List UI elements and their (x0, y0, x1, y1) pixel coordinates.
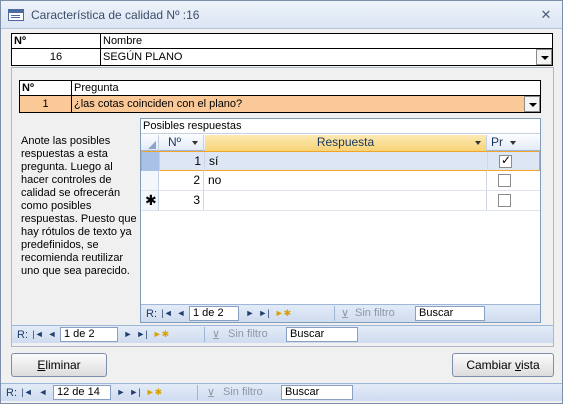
caracteristica-name-label: Nombre (100, 33, 553, 49)
table-row[interactable]: 2 no (141, 171, 540, 191)
toggle-view-button[interactable]: Cambiar vista (452, 353, 554, 377)
first-record-icon[interactable]: |◄ (32, 328, 44, 341)
cell-num[interactable]: 1 (161, 152, 205, 171)
caracteristica-number-field[interactable]: 16 (11, 48, 101, 66)
select-all-button[interactable] (141, 135, 159, 151)
new-record-icon[interactable]: ►✱ (152, 328, 170, 341)
subform-caption: Posibles respuestas (141, 119, 540, 134)
search-input[interactable]: Buscar (281, 385, 353, 400)
prev-record-icon[interactable]: ◄ (175, 307, 187, 320)
column-header-pr[interactable]: Pr (488, 135, 522, 151)
new-record-icon: ✱ (145, 192, 157, 208)
delete-button[interactable]: Eliminar (11, 353, 107, 377)
title-bar: Característica de calidad Nº :16 ✕ (1, 1, 562, 29)
new-record-icon[interactable]: ►✱ (145, 386, 163, 399)
first-record-icon[interactable]: |◄ (21, 386, 33, 399)
pregunta-question-combo[interactable]: ¿las cotas coinciden con el plano? (71, 95, 541, 113)
column-header-respuesta[interactable]: Respuesta (205, 135, 487, 151)
record-number-input[interactable]: 12 de 14 (53, 385, 111, 400)
datasheet-header: Nº Respuesta Pr (141, 135, 540, 151)
record-navigator-form: R: |◄ ◄ 12 de 14 ► ►| ►✱ ⊻ Sin filtro Bu… (1, 383, 562, 401)
record-selector[interactable] (141, 171, 159, 190)
search-input[interactable]: Buscar (415, 306, 485, 321)
form-window: Característica de calidad Nº :16 ✕ Nº Ca… (0, 0, 563, 404)
cell-num[interactable]: 2 (160, 171, 204, 190)
close-button[interactable]: ✕ (537, 6, 555, 24)
record-navigator-subform: R: |◄ ◄ 1 de 2 ► ►| ►✱ ⊻ Sin filtro Busc… (141, 304, 540, 322)
divider (204, 327, 205, 342)
last-record-icon[interactable]: ►| (129, 386, 141, 399)
last-record-icon[interactable]: ►| (258, 307, 270, 320)
new-record-icon[interactable]: ►✱ (274, 307, 292, 320)
record-label: R: (6, 387, 17, 399)
chevron-down-icon[interactable] (192, 141, 198, 145)
pregunta-question-value: ¿las cotas coinciden con el plano? (74, 98, 243, 110)
next-record-icon[interactable]: ► (115, 386, 127, 399)
checkbox-pr[interactable] (499, 153, 512, 168)
cell-num[interactable]: 3 (160, 191, 204, 210)
first-record-icon[interactable]: |◄ (161, 307, 173, 320)
no-filter-button[interactable]: Sin filtro (355, 307, 395, 319)
search-input[interactable]: Buscar (286, 327, 358, 342)
filter-icon: ⊻ (341, 309, 350, 321)
help-text: Anote las posibles respuestas a esta pre… (21, 135, 137, 277)
record-selector[interactable]: ✱ (141, 191, 159, 210)
no-filter-button[interactable]: Sin filtro (223, 386, 263, 398)
last-record-icon[interactable]: ►| (136, 328, 148, 341)
form-icon (8, 9, 24, 21)
caracteristica-name-value: SEGÚN PLANO (103, 51, 183, 63)
record-label: R: (146, 308, 157, 320)
next-record-icon[interactable]: ► (244, 307, 256, 320)
window-title: Característica de calidad Nº :16 (31, 8, 200, 22)
chevron-down-icon[interactable] (475, 141, 481, 145)
chevron-down-icon[interactable] (536, 49, 552, 65)
record-selector[interactable] (142, 152, 160, 171)
checkbox-pr[interactable] (498, 174, 511, 187)
cell-respuesta[interactable] (205, 191, 487, 210)
prev-record-icon[interactable]: ◄ (46, 328, 58, 341)
divider (334, 306, 335, 321)
pregunta-number-label: Nº (19, 80, 72, 96)
record-number-input[interactable]: 1 de 2 (60, 327, 118, 342)
record-label: R: (17, 329, 28, 341)
cell-respuesta[interactable]: sí (206, 152, 488, 171)
caracteristica-name-combo[interactable]: SEGÚN PLANO (100, 48, 553, 66)
pregunta-number-field[interactable]: 1 (19, 95, 72, 113)
record-number-input[interactable]: 1 de 2 (189, 306, 239, 321)
next-record-icon[interactable]: ► (122, 328, 134, 341)
respuestas-subform: Posibles respuestas Nº Respuesta Pr 1 sí (140, 118, 541, 323)
record-navigator-pregunta: R: |◄ ◄ 1 de 2 ► ►| ►✱ ⊻ Sin filtro Busc… (12, 325, 553, 343)
chevron-down-icon[interactable] (524, 96, 540, 112)
column-header-num[interactable]: Nº (160, 135, 204, 151)
checkbox-pr[interactable] (498, 194, 511, 207)
caracteristica-number-label: Nº Característica (11, 33, 101, 61)
filter-icon: ⊻ (212, 330, 221, 342)
filter-icon: ⊻ (207, 388, 216, 400)
pregunta-question-label: Pregunta (71, 80, 541, 96)
no-filter-button[interactable]: Sin filtro (228, 328, 268, 340)
cell-respuesta[interactable]: no (205, 171, 487, 190)
chevron-down-icon[interactable] (510, 141, 516, 145)
divider (197, 385, 198, 400)
table-row-new[interactable]: ✱ 3 (141, 191, 540, 211)
table-row[interactable]: 1 sí (141, 151, 540, 171)
prev-record-icon[interactable]: ◄ (37, 386, 49, 399)
